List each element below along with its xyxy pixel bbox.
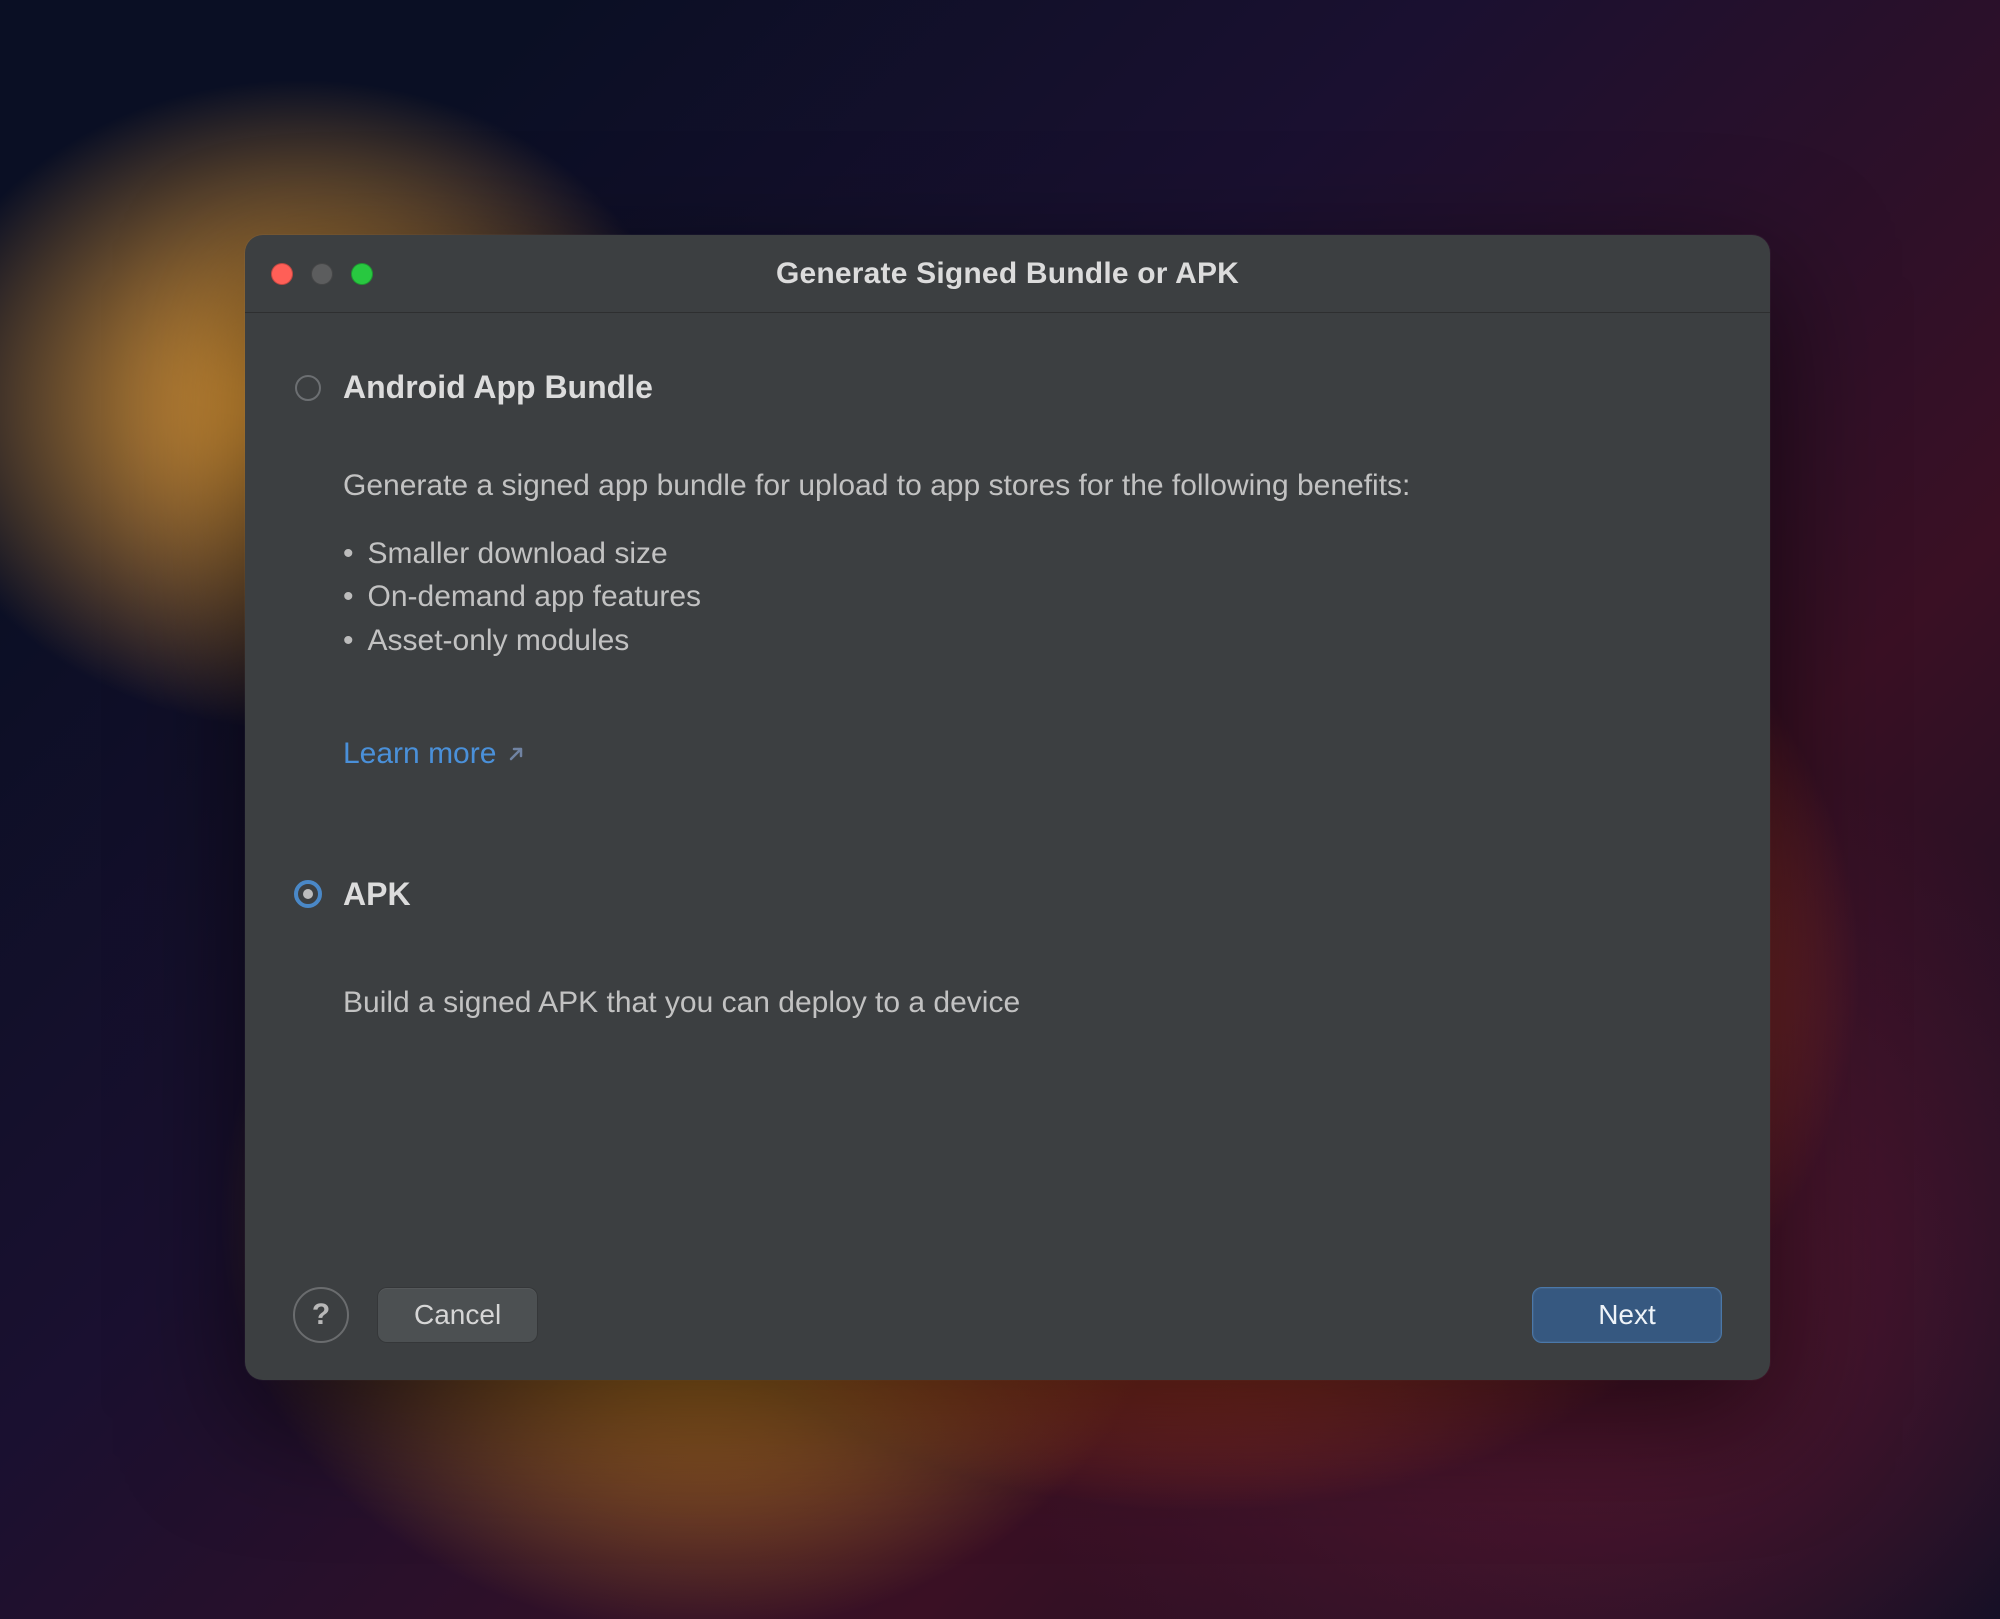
window-controls [271,263,373,285]
desktop-background: Generate Signed Bundle or APK Android Ap… [0,0,2000,1619]
radio-unselected-icon [293,373,323,403]
minimize-window-button[interactable] [311,263,333,285]
cancel-button[interactable]: Cancel [377,1287,538,1343]
dialog-content: Android App Bundle Generate a signed app… [245,313,1770,1380]
bundle-description-block: Generate a signed app bundle for upload … [343,464,1722,776]
bundle-benefits-list: Smaller download size On-demand app feat… [343,532,1722,663]
apk-description: Build a signed APK that you can deploy t… [343,981,1722,1025]
option-apk-label: APK [343,876,411,913]
bundle-description: Generate a signed app bundle for upload … [343,464,1722,508]
dialog-button-row: ? Cancel Next [293,1250,1722,1380]
option-bundle-label: Android App Bundle [343,369,653,406]
close-window-button[interactable] [271,263,293,285]
radio-selected-icon [293,879,323,909]
next-button[interactable]: Next [1532,1287,1722,1343]
learn-more-label: Learn more [343,732,496,776]
dialog-title: Generate Signed Bundle or APK [245,257,1770,291]
learn-more-link[interactable]: Learn more [343,732,526,776]
bundle-benefit-item: On-demand app features [343,575,1722,619]
bundle-benefit-item: Asset-only modules [343,619,1722,663]
bundle-benefit-item: Smaller download size [343,532,1722,576]
help-button[interactable]: ? [293,1287,349,1343]
option-apk[interactable]: APK [293,876,1722,913]
external-link-icon [506,744,526,764]
option-android-app-bundle[interactable]: Android App Bundle [293,369,1722,406]
zoom-window-button[interactable] [351,263,373,285]
dialog-window: Generate Signed Bundle or APK Android Ap… [245,235,1770,1380]
titlebar: Generate Signed Bundle or APK [245,235,1770,313]
